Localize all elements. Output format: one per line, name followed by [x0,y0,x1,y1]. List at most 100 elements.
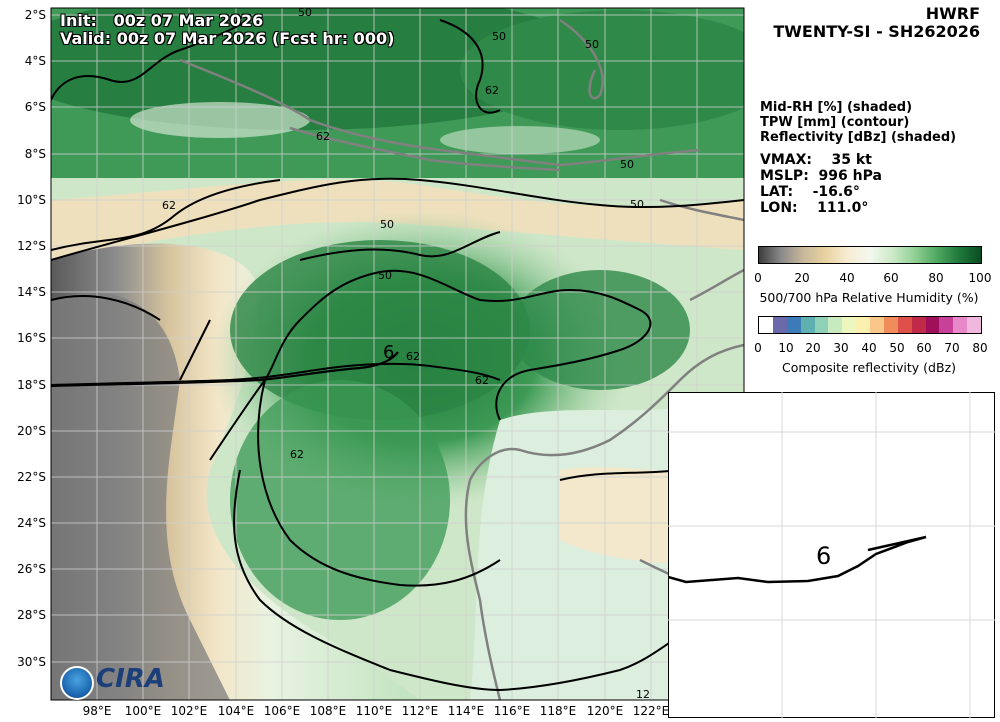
lat-label: 16°S [17,331,46,345]
contour-label: 50 [585,38,599,51]
ref-tick: 40 [861,341,877,355]
contour-label: 62 [475,374,489,387]
rh-colorbar-label: 500/700 hPa Relative Humidity (%) [759,290,979,305]
lat-value: -16.6° [812,184,860,200]
lat-label: 14°S [17,285,46,299]
lon-label: 104°E [217,704,255,718]
contour-label: 12 [636,688,650,701]
reflectivity-color-swatch [967,317,981,333]
contour-label: 50 [630,198,644,211]
lon-value: 111.0° [817,200,869,216]
init-label: Init: [60,11,97,30]
reflectivity-color-swatch [939,317,954,333]
lon-label: 120°E [586,704,624,718]
contour-label: 50 [492,30,506,43]
lon-label: 102°E [170,704,208,718]
noaa-logo-icon [60,666,94,700]
lat-label: 10°S [17,193,46,207]
ref-tick: 70 [944,341,960,355]
mslp-label: MSLP: [760,168,809,184]
lon-label: 118°E [539,704,577,718]
lat-label-text: LAT: [760,184,794,200]
mslp-row: MSLP: 996 hPa [760,168,882,184]
rh-tick: 60 [883,271,899,285]
lat-label: 30°S [17,655,46,669]
reflectivity-color-swatch [759,317,773,333]
lat-label: 4°S [24,54,46,68]
contour-label: 62 [290,448,304,461]
lon-label: 112°E [401,704,439,718]
contour-label: 50 [620,158,634,171]
ref-tick: 0 [754,341,762,355]
lat-label: 8°S [24,147,46,161]
storm-symbol: 6 [383,342,394,363]
contour-label: 62 [485,84,499,97]
lon-label: 110°E [355,704,393,718]
ref-tick: 20 [805,341,821,355]
reflectivity-color-swatch [925,317,940,333]
lat-label: 26°S [17,562,46,576]
contour-label: 62 [406,350,420,363]
rh-colorbar [758,246,982,264]
ref-tick: 10 [778,341,794,355]
reflectivity-color-swatch [786,317,801,333]
reflectivity-color-swatch [911,317,926,333]
lon-label: 116°E [493,704,531,718]
reflectivity-color-swatch [897,317,912,333]
contour-label: 62 [316,130,330,143]
valid-time: Valid: 00z 07 Mar 2026 (Fcst hr: 000) [60,29,395,48]
reflectivity-color-swatch [800,317,815,333]
rh-tick: 100 [968,271,992,285]
rh-tick: 20 [794,271,810,285]
lon-label: 108°E [309,704,347,718]
reflectivity-color-swatch [883,317,898,333]
vmax-value: 35 kt [831,152,872,168]
lat-label: 12°S [17,239,46,253]
mslp-value: 996 hPa [818,168,882,184]
contour-label: 62 [162,199,176,212]
ref-tick: 60 [916,341,932,355]
lon-label: 98°E [82,704,112,718]
field-label: TPW [mm] (contour) [760,115,910,130]
lon-label: 100°E [124,704,162,718]
lat-label: 18°S [17,378,46,392]
map-shading: 50 50 50 62 50 50 62 62 50 50 62 62 62 1… [51,8,744,701]
cira-logo: CIRA [96,664,165,694]
reflectivity-color-swatch [870,317,884,333]
reflectivity-color-swatch [842,317,857,333]
field-label: Mid-RH [%] (shaded) [760,100,913,115]
lon-label: 106°E [263,704,301,718]
lat-label: 2°S [24,8,46,22]
reflectivity-colorbar [758,316,982,334]
reflectivity-color-swatch [953,317,968,333]
lon-row: LON: 111.0° [760,200,868,216]
lat-label: 20°S [17,424,46,438]
lat-label: 24°S [17,516,46,530]
reflectivity-color-swatch [856,317,870,333]
lat-label: 6°S [24,100,46,114]
vmax-label: VMAX: [760,152,812,168]
lat-label: 22°S [17,470,46,484]
field-label: Reflectivity [dBz] (shaded) [760,130,957,145]
reflectivity-colorbar-label: Composite reflectivity (dBz) [781,360,957,375]
ref-tick: 50 [889,341,905,355]
lon-label-text: LON: [760,200,798,216]
init-time: Init: 00z 07 Mar 2026 [60,11,263,30]
rh-tick: 40 [839,271,855,285]
rh-tick: 80 [928,271,944,285]
contour-label: 50 [378,269,392,282]
reflectivity-color-swatch [828,317,843,333]
inset-storm-symbol: 6 [816,542,831,570]
reflectivity-color-swatch [814,317,829,333]
lat-row: LAT: -16.6° [760,184,860,200]
track-inset-map: 6 [668,392,995,718]
rh-tick: 0 [754,271,762,285]
lon-label: 114°E [447,704,485,718]
init-value: 00z 07 Mar 2026 [113,11,264,30]
model-title: HWRF [925,4,980,23]
reflectivity-color-swatch [772,317,787,333]
vmax-row: VMAX: 35 kt [760,152,872,168]
lat-label: 28°S [17,608,46,622]
ref-tick: 30 [833,341,849,355]
storm-title: TWENTY-SI - SH262026 [773,22,980,41]
